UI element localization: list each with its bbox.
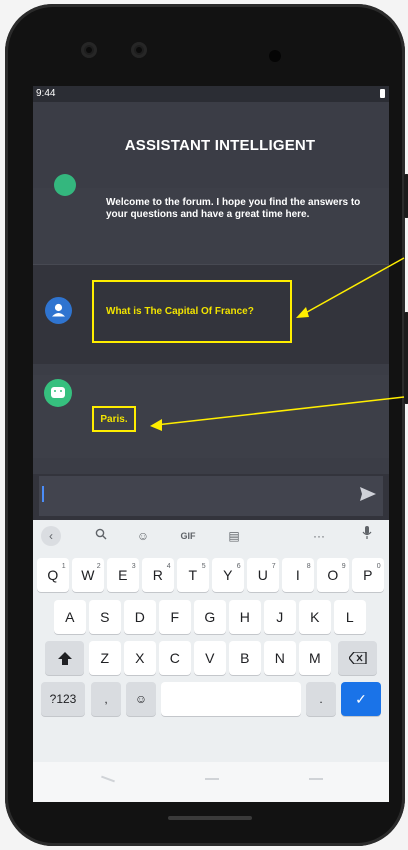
stage: 9:44 ASSISTANT INTELLIGENT Welcome to th… [0, 0, 408, 850]
arrow-to-bot-message [150, 396, 405, 431]
annotation-arrows [150, 257, 405, 431]
arrow-to-user-message [296, 257, 405, 318]
